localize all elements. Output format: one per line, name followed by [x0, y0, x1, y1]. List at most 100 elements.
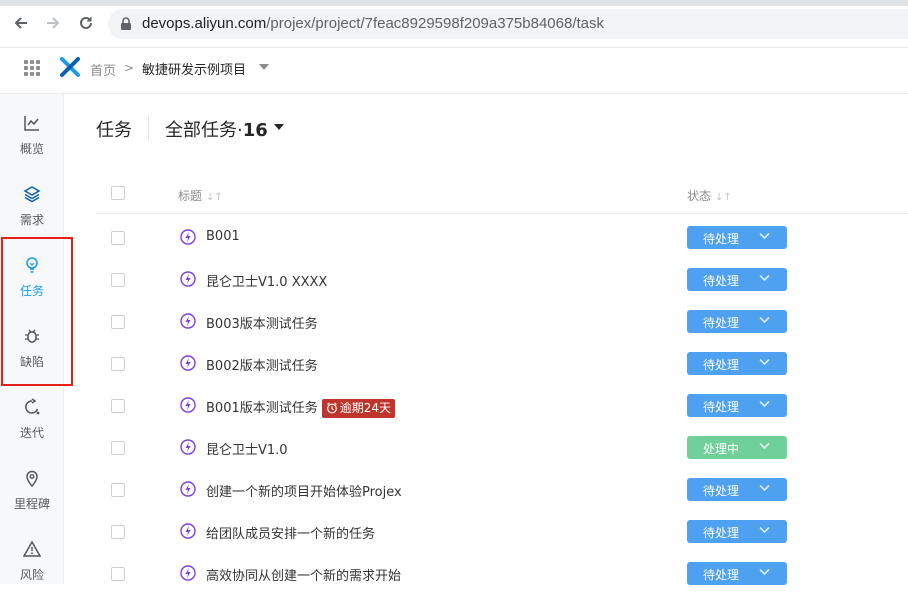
- task-bolt-icon: [180, 523, 196, 539]
- task-title[interactable]: B003版本测试任务: [206, 313, 318, 332]
- status-label: 待处理: [703, 232, 740, 246]
- table-row[interactable]: 给团队成员安排一个新的任务 待处理: [96, 510, 908, 552]
- row-checkbox[interactable]: [111, 315, 125, 329]
- browser-toolbar: devops.aliyun.com/projex/project/7feac89…: [0, 0, 908, 48]
- task-title[interactable]: B001版本测试任务: [206, 401, 318, 416]
- table-row[interactable]: 创建一个新的项目开始体验Projex 待处理: [96, 468, 908, 510]
- select-all-checkbox[interactable]: [111, 186, 125, 200]
- view-name: 全部任务·: [165, 120, 243, 141]
- chevron-down-icon: [759, 274, 770, 282]
- row-checkbox[interactable]: [111, 357, 125, 371]
- caret-down-icon[interactable]: [274, 124, 284, 130]
- sidebar-item-risks[interactable]: 风险: [0, 526, 64, 590]
- chevron-down-icon: [759, 568, 770, 576]
- column-title-label: 标题: [178, 189, 203, 203]
- row-checkbox[interactable]: [111, 525, 125, 539]
- status-label: 待处理: [703, 568, 740, 582]
- sidebar-item-requirements[interactable]: 需求: [0, 171, 64, 235]
- status-label: 待处理: [703, 526, 740, 540]
- status-dropdown[interactable]: 待处理: [687, 520, 787, 543]
- layers-icon: [23, 186, 41, 203]
- status-dropdown[interactable]: 待处理: [687, 226, 787, 249]
- table-row[interactable]: B003版本测试任务 待处理: [96, 300, 908, 342]
- status-dropdown[interactable]: 待处理: [687, 562, 787, 585]
- url-path: /projex/project/7feac8929598f209a375b840…: [266, 15, 604, 32]
- status-label: 待处理: [703, 358, 740, 372]
- table-row[interactable]: B001版本测试任务 逾期24天 待处理: [96, 384, 908, 426]
- task-title[interactable]: 创建一个新的项目开始体验Projex: [206, 481, 402, 500]
- view-selector[interactable]: 全部任务·16: [165, 116, 268, 142]
- row-checkbox[interactable]: [111, 441, 125, 455]
- overdue-badge: 逾期24天: [321, 399, 396, 418]
- arrow-left-icon: [14, 17, 27, 29]
- status-label: 处理中: [703, 442, 740, 456]
- sidebar-item-label: 需求: [19, 213, 44, 227]
- column-header-title[interactable]: 标题 ↓↑: [178, 187, 223, 204]
- row-checkbox[interactable]: [111, 231, 125, 245]
- sidebar-item-label: 里程碑: [13, 497, 50, 511]
- row-checkbox[interactable]: [111, 399, 125, 413]
- annotation-highlight-box: [1, 237, 73, 386]
- arrow-right-icon: [47, 17, 60, 29]
- task-title[interactable]: 昆仑卫士V1.0 XXXX: [206, 271, 327, 290]
- table-row[interactable]: 昆仑卫士V1.0 XXXX 待处理: [96, 258, 908, 300]
- task-title[interactable]: 给团队成员安排一个新的任务: [206, 523, 375, 542]
- sidebar-item-milestones[interactable]: 里程碑: [0, 455, 64, 519]
- cycle-icon: [25, 398, 40, 415]
- task-title[interactable]: B001: [206, 229, 240, 244]
- chart-line-icon: [24, 116, 39, 131]
- back-button[interactable]: [10, 12, 32, 34]
- task-bolt-icon: [180, 439, 196, 455]
- sidebar-item-label: 迭代: [19, 426, 44, 440]
- table-header: 标题 ↓↑ 状态 ↓↑: [96, 174, 908, 214]
- column-header-status[interactable]: 状态 ↓↑: [687, 187, 732, 204]
- reload-icon: [80, 16, 92, 29]
- location-pin-icon: [26, 470, 38, 487]
- sort-icon[interactable]: ↓↑: [206, 192, 223, 203]
- task-title-wrap[interactable]: B001版本测试任务 逾期24天: [206, 397, 396, 418]
- app-header: 首页 > 敏捷研发示例项目: [0, 48, 908, 94]
- alarm-clock-icon: [326, 402, 337, 414]
- task-bolt-icon: [180, 271, 196, 287]
- status-dropdown[interactable]: 处理中: [687, 436, 787, 459]
- devops-logo-icon[interactable]: [59, 56, 81, 78]
- status-dropdown[interactable]: 待处理: [687, 268, 787, 291]
- row-checkbox[interactable]: [111, 273, 125, 287]
- apps-grid-icon[interactable]: [24, 60, 40, 76]
- url-text: devops.aliyun.com/projex/project/7feac89…: [142, 15, 604, 32]
- table-row[interactable]: 昆仑卫士V1.0 处理中: [96, 426, 908, 468]
- status-label: 待处理: [703, 316, 740, 330]
- task-bolt-icon: [180, 481, 196, 497]
- task-title[interactable]: 昆仑卫士V1.0: [206, 439, 288, 458]
- status-label: 待处理: [703, 274, 740, 288]
- breadcrumb-project[interactable]: 敏捷研发示例项目: [142, 59, 246, 78]
- chevron-down-icon: [759, 442, 770, 450]
- status-dropdown[interactable]: 待处理: [687, 310, 787, 333]
- table-row[interactable]: B002版本测试任务 待处理: [96, 342, 908, 384]
- chevron-down-icon: [759, 358, 770, 366]
- sort-icon[interactable]: ↓↑: [715, 192, 732, 203]
- breadcrumb-home[interactable]: 首页: [90, 60, 116, 79]
- table-row[interactable]: 高效协同从创建一个新的需求开始 待处理: [96, 552, 908, 594]
- status-label: 待处理: [703, 400, 740, 414]
- status-dropdown[interactable]: 待处理: [687, 394, 787, 417]
- status-dropdown[interactable]: 待处理: [687, 478, 787, 501]
- reload-button[interactable]: [75, 12, 97, 34]
- title-divider: [148, 116, 149, 140]
- table-row[interactable]: B001 待处理: [96, 216, 908, 258]
- chevron-down-icon[interactable]: [259, 64, 269, 70]
- task-bolt-icon: [180, 565, 196, 581]
- status-label: 待处理: [703, 484, 740, 498]
- chevron-down-icon: [759, 316, 770, 324]
- task-bolt-icon: [180, 397, 196, 413]
- row-checkbox[interactable]: [111, 483, 125, 497]
- task-title[interactable]: B002版本测试任务: [206, 355, 318, 374]
- main-content: 任务 全部任务·16 标题 ↓↑ 状态 ↓↑ B001 待处理 昆仑卫士V1.0 X…: [64, 94, 908, 585]
- task-title[interactable]: 高效协同从创建一个新的需求开始: [206, 565, 401, 584]
- sidebar-item-iterations[interactable]: 迭代: [0, 384, 64, 448]
- forward-button[interactable]: [42, 12, 64, 34]
- address-bar[interactable]: devops.aliyun.com/projex/project/7feac89…: [108, 9, 908, 39]
- status-dropdown[interactable]: 待处理: [687, 352, 787, 375]
- row-checkbox[interactable]: [111, 567, 125, 581]
- sidebar-item-overview[interactable]: 概览: [0, 100, 64, 164]
